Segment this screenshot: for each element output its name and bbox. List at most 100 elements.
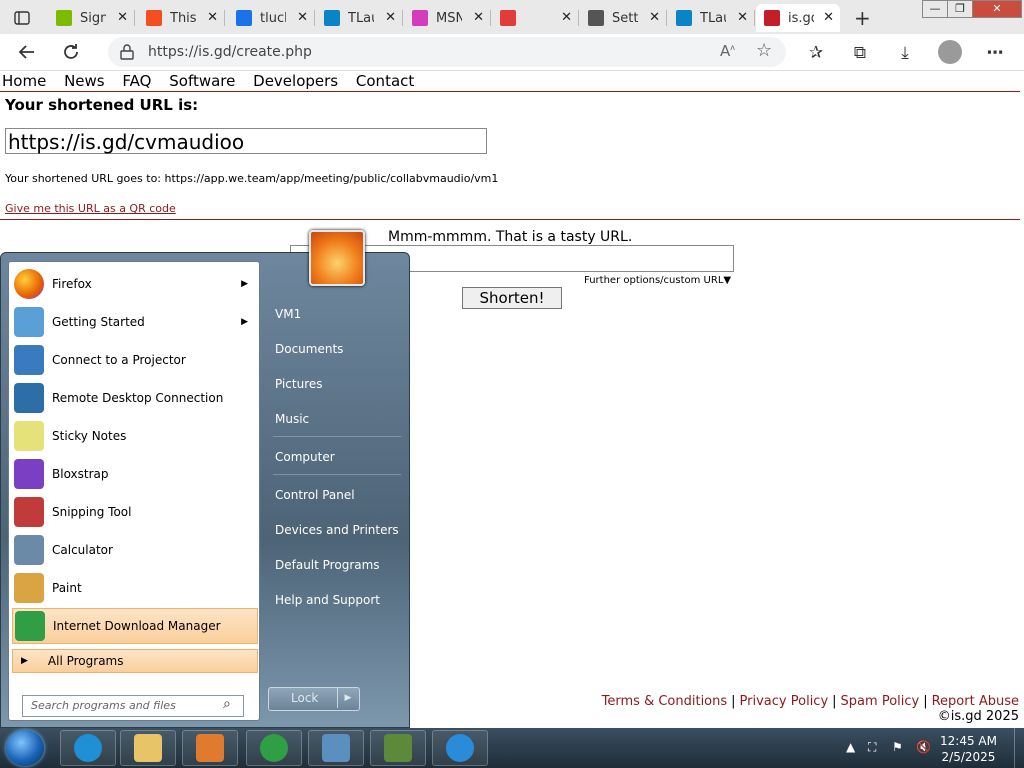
qr-code-link[interactable]: Give me this URL as a QR code xyxy=(5,202,176,215)
calculator-icon xyxy=(14,535,44,565)
program-label: Paint xyxy=(52,581,82,595)
start-right-item[interactable]: Pictures xyxy=(275,377,323,391)
start-right-item[interactable]: VM1 xyxy=(275,307,301,321)
start-right-item[interactable]: Documents xyxy=(275,342,343,356)
system-clock[interactable]: 12:45 AM 2/5/2025 xyxy=(940,733,997,765)
shutdown-options-arrow-icon[interactable]: ▶ xyxy=(337,688,358,708)
address-bar[interactable]: https://is.gd/create.php Aʌ ☆ xyxy=(108,37,786,67)
browser-tab[interactable]: ✕ xyxy=(492,4,579,32)
user-picture[interactable] xyxy=(309,230,365,286)
menu-news[interactable]: News xyxy=(64,72,105,90)
start-menu: Firefox ▶ Getting Started ▶ Connect to a Pro… xyxy=(0,252,410,728)
tab-close-icon[interactable]: ✕ xyxy=(385,10,396,25)
volume-muted-icon[interactable]: 🔇 xyxy=(916,740,931,754)
profile-avatar[interactable] xyxy=(938,40,962,64)
lock-button[interactable]: Lock ▶ xyxy=(268,687,360,711)
download-manager-icon xyxy=(260,734,288,762)
browser-tab[interactable]: is.gd ✕ xyxy=(756,4,840,32)
start-search-input[interactable]: Search programs and files xyxy=(22,695,244,717)
tab-close-icon[interactable]: ✕ xyxy=(823,10,834,25)
new-tab-button[interactable]: + xyxy=(846,4,876,32)
read-aloud-icon[interactable]: Aʌ xyxy=(720,42,735,60)
clock-date: 2/5/2025 xyxy=(941,750,996,764)
start-program-item[interactable]: Getting Started ▶ xyxy=(12,304,258,340)
taskbar-button[interactable] xyxy=(370,730,426,766)
tab-close-icon[interactable]: ✕ xyxy=(561,10,572,25)
browser-tab[interactable]: TLau ✕ xyxy=(668,4,755,32)
start-right-item[interactable]: Computer xyxy=(275,450,335,464)
start-right-item[interactable]: Control Panel xyxy=(275,488,355,502)
browser-tab[interactable]: Sign ✕ xyxy=(48,4,135,32)
taskbar-button[interactable] xyxy=(432,730,488,766)
footer-terms-link[interactable]: Terms & Conditions xyxy=(602,694,728,709)
internet-explorer-icon xyxy=(446,734,474,762)
start-program-item[interactable]: Calculator xyxy=(12,532,258,568)
taskbar-button[interactable] xyxy=(308,730,364,766)
menu-contact[interactable]: Contact xyxy=(356,72,414,90)
start-program-item[interactable]: Snipping Tool xyxy=(12,494,258,530)
url-text: https://is.gd/create.php xyxy=(148,44,312,60)
footer-privacy-link[interactable]: Privacy Policy xyxy=(740,694,829,709)
footer-abuse-link[interactable]: Report Abuse xyxy=(932,694,1019,709)
browser-tab[interactable]: MSN ✕ xyxy=(404,4,491,32)
taskbar-button[interactable] xyxy=(120,730,176,766)
tab-close-icon[interactable]: ✕ xyxy=(207,10,218,25)
shorten-button[interactable]: Shorten! xyxy=(462,287,562,309)
start-program-item[interactable]: Internet Download Manager xyxy=(12,608,258,644)
favorites-icon[interactable]: ✰ xyxy=(805,42,827,64)
lock-icon xyxy=(120,44,134,60)
start-program-item[interactable]: Bloxstrap xyxy=(12,456,258,492)
tab-title: TLau xyxy=(700,10,726,26)
getting-started-icon xyxy=(14,307,44,337)
taskbar-button[interactable] xyxy=(246,730,302,766)
restore-button[interactable]: ❐ xyxy=(947,0,973,18)
start-right-item[interactable]: Devices and Printers xyxy=(275,523,399,537)
favorite-star-icon[interactable]: ☆ xyxy=(756,40,772,61)
network-icon[interactable]: ⛶ xyxy=(868,740,876,755)
taskbar-button[interactable] xyxy=(182,730,238,766)
tab-actions-button[interactable] xyxy=(6,4,40,32)
start-program-item[interactable]: Firefox ▶ xyxy=(12,266,258,302)
footer-spam-link[interactable]: Spam Policy xyxy=(841,694,920,709)
browser-tab[interactable]: tluch ✕ xyxy=(228,4,315,32)
show-desktop-button[interactable] xyxy=(1014,728,1024,768)
tab-close-icon[interactable]: ✕ xyxy=(117,10,128,25)
downloads-icon[interactable]: ⤓ xyxy=(894,42,916,64)
more-options-icon[interactable]: ⋯ xyxy=(984,42,1006,64)
back-button[interactable] xyxy=(14,40,40,64)
start-right-item[interactable]: Help and Support xyxy=(275,593,380,607)
minimize-button[interactable]: — xyxy=(922,0,948,18)
tab-close-icon[interactable]: ✕ xyxy=(649,10,660,25)
tab-title: MSN xyxy=(436,10,462,26)
browser-tab[interactable]: This ✕ xyxy=(138,4,225,32)
short-url-field[interactable]: https://is.gd/cvmaudioo xyxy=(5,128,487,154)
further-options-link[interactable]: Further options/custom URL▼ xyxy=(584,275,731,286)
close-window-button[interactable]: ✕ xyxy=(972,0,1022,18)
start-program-item[interactable]: Remote Desktop Connection xyxy=(12,380,258,416)
program-label: Sticky Notes xyxy=(52,429,127,443)
collections-icon[interactable]: ⧉ xyxy=(849,42,871,64)
start-button[interactable] xyxy=(6,730,44,766)
menu-home[interactable]: Home xyxy=(2,72,46,90)
start-program-item[interactable]: Sticky Notes xyxy=(12,418,258,454)
tab-close-icon[interactable]: ✕ xyxy=(297,10,308,25)
refresh-button[interactable] xyxy=(58,40,84,64)
remote-desktop-icon xyxy=(14,383,44,413)
search-icon[interactable]: ⌕ xyxy=(223,696,231,712)
start-right-item[interactable]: Music xyxy=(275,412,309,426)
taskbar-button[interactable] xyxy=(60,730,116,766)
menu-faq[interactable]: FAQ xyxy=(122,72,151,90)
tab-close-icon[interactable]: ✕ xyxy=(473,10,484,25)
menu-divider xyxy=(0,91,1020,92)
start-program-item[interactable]: Connect to a Projector xyxy=(12,342,258,378)
menu-software[interactable]: Software xyxy=(169,72,235,90)
tray-expand-icon[interactable]: ▲ xyxy=(846,740,855,754)
menu-developers[interactable]: Developers xyxy=(253,72,338,90)
browser-tab[interactable]: TLau ✕ xyxy=(316,4,403,32)
action-center-flag-icon[interactable]: ⚑ xyxy=(892,740,903,754)
start-right-item[interactable]: Default Programs xyxy=(275,558,380,572)
start-program-item[interactable]: Paint xyxy=(12,570,258,606)
browser-tab[interactable]: Setti ✕ xyxy=(580,4,667,32)
tab-close-icon[interactable]: ✕ xyxy=(737,10,748,25)
all-programs-button[interactable]: ▶ All Programs xyxy=(12,649,258,673)
